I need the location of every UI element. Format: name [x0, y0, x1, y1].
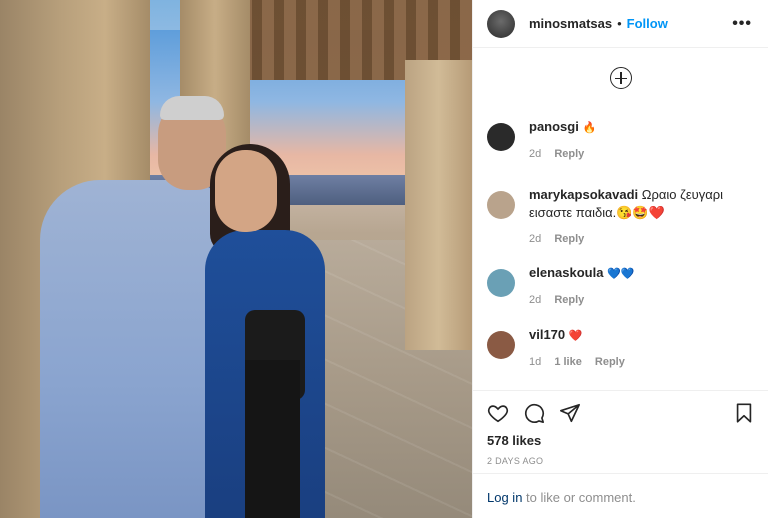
commenter-username[interactable]: vil170	[529, 327, 565, 342]
post-photo[interactable]	[0, 0, 472, 518]
comment-time[interactable]: 2d	[529, 233, 541, 245]
comment-text: 🔥	[582, 122, 597, 134]
comment-item: elenaskoula 💙💙 2d Reply	[473, 264, 648, 309]
author-avatar[interactable]	[487, 9, 515, 38]
post-actions: 578 likes 2 DAYS AGO	[473, 390, 768, 466]
plus-circle-icon[interactable]	[609, 67, 632, 89]
heart-icon[interactable]	[487, 402, 509, 424]
comment-item: vil170 ❤️ 1d 1 like Reply	[473, 326, 649, 371]
comment-time[interactable]: 1d	[529, 356, 541, 368]
photo-bag	[245, 310, 305, 400]
follow-button[interactable]: Follow	[627, 16, 668, 31]
login-suffix: to like or comment.	[526, 490, 636, 505]
photo-woman-hair	[210, 144, 290, 254]
login-link[interactable]: Log in	[487, 490, 522, 505]
comment-time[interactable]: 2d	[529, 148, 541, 160]
photo-jacket	[245, 360, 300, 518]
commenter-avatar[interactable]	[487, 191, 515, 219]
photo-pergola	[230, 0, 472, 80]
header-separator: •	[617, 16, 622, 31]
like-count[interactable]: 578 likes	[487, 433, 755, 448]
reply-button[interactable]: Reply	[554, 294, 584, 306]
post-timestamp[interactable]: 2 DAYS AGO	[487, 456, 755, 466]
reply-button[interactable]: Reply	[554, 233, 584, 245]
post-sidebar: minosmatsas • Follow ••• panosgi 🔥 2d Re…	[472, 0, 768, 518]
photo-woman-head	[215, 150, 277, 232]
more-options-icon[interactable]: •••	[732, 15, 752, 33]
photo-man-hair	[160, 96, 224, 120]
comment-like-count[interactable]: 1 like	[554, 356, 582, 368]
photo-man	[40, 180, 240, 518]
comment-text: ❤️	[568, 330, 583, 342]
photo-man-head	[158, 100, 226, 190]
login-prompt: Log in to like or comment.	[473, 473, 768, 518]
photo-woman	[205, 230, 325, 518]
reply-button[interactable]: Reply	[595, 356, 625, 368]
photo-pillar-left	[0, 0, 150, 518]
comment-item: marykapsokavadi Ωραιο ζευγαρι εισαστε πα…	[473, 186, 768, 248]
commenter-username[interactable]: elenaskoula	[529, 265, 603, 280]
photo-sea	[140, 175, 420, 205]
bookmark-icon[interactable]	[733, 402, 755, 424]
comment-time[interactable]: 2d	[529, 294, 541, 306]
commenter-username[interactable]: marykapsokavadi	[529, 187, 638, 202]
commenter-avatar[interactable]	[487, 331, 515, 359]
commenter-username[interactable]: panosgi	[529, 119, 579, 134]
photo-pillar	[180, 0, 250, 180]
post-header: minosmatsas • Follow •••	[473, 0, 768, 48]
photo-floor	[0, 240, 472, 518]
comment-item: panosgi 🔥 2d Reply	[473, 118, 610, 163]
comment-text: 💙💙	[607, 268, 635, 280]
commenter-avatar[interactable]	[487, 269, 515, 297]
paper-plane-icon[interactable]	[559, 402, 581, 424]
photo-wall	[405, 60, 472, 350]
commenter-avatar[interactable]	[487, 123, 515, 151]
comment-icon[interactable]	[523, 402, 545, 424]
reply-button[interactable]: Reply	[554, 148, 584, 160]
load-more-comments	[473, 48, 768, 114]
photo-sky	[140, 30, 420, 190]
author-username[interactable]: minosmatsas	[529, 16, 612, 31]
